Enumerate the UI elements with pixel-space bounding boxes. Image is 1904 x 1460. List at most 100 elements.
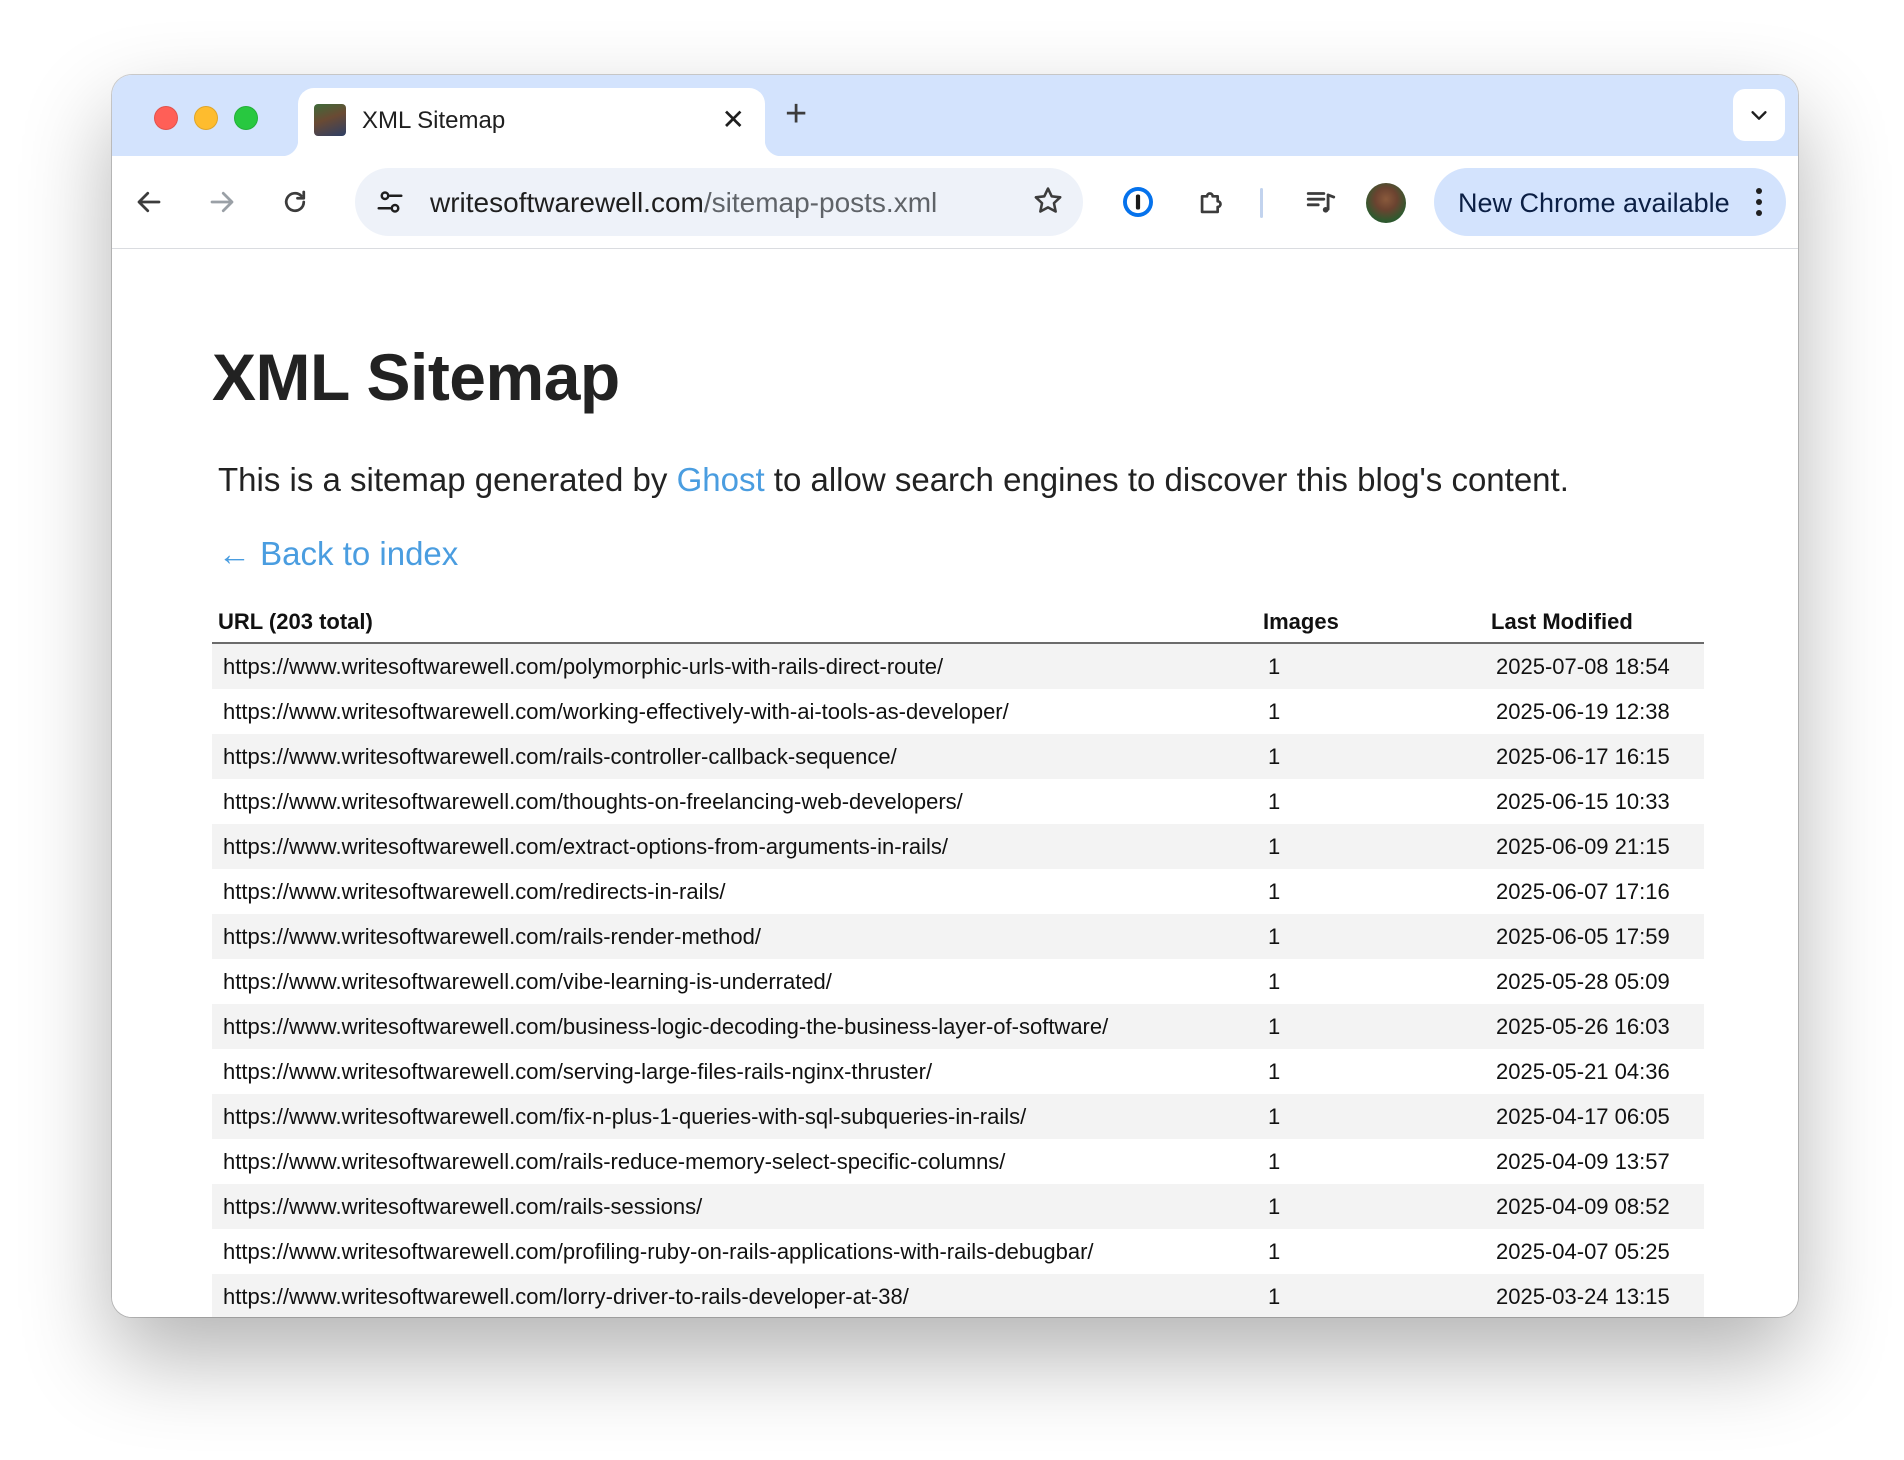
new-chrome-available-button[interactable]: New Chrome available <box>1434 168 1786 236</box>
favicon-icon <box>314 104 346 136</box>
row-images-count: 1 <box>1257 1184 1485 1229</box>
password-manager-extension-icon[interactable] <box>1114 178 1162 226</box>
row-url-link[interactable]: https://www.writesoftwarewell.com/vibe-l… <box>212 959 1257 1004</box>
tab-xml-sitemap[interactable]: XML Sitemap ✕ <box>282 88 781 156</box>
close-window-button[interactable] <box>154 106 178 130</box>
table-row: https://www.writesoftwarewell.com/busine… <box>212 1004 1704 1049</box>
row-url-link[interactable]: https://www.writesoftwarewell.com/busine… <box>212 1004 1257 1049</box>
row-url-link[interactable]: https://www.writesoftwarewell.com/rails-… <box>212 1184 1257 1229</box>
tab-strip: XML Sitemap ✕ + <box>112 75 1798 156</box>
fullscreen-window-button[interactable] <box>234 106 258 130</box>
row-last-modified: 2025-07-08 18:54 <box>1485 643 1704 689</box>
row-last-modified: 2025-06-15 10:33 <box>1496 788 1670 814</box>
table-row: https://www.writesoftwarewell.com/rails-… <box>212 914 1704 959</box>
site-info-icon[interactable] <box>373 185 407 219</box>
table-row: https://www.writesoftwarewell.com/extrac… <box>212 824 1704 869</box>
row-images-count: 1 <box>1268 878 1281 904</box>
forward-button[interactable] <box>198 178 246 226</box>
row-last-modified: 2025-04-17 06:05 <box>1485 1094 1704 1139</box>
row-images-count: 1 <box>1257 1274 1485 1317</box>
row-url-link[interactable]: https://www.writesoftwarewell.com/profil… <box>212 1229 1257 1274</box>
browser-toolbar: writesoftwarewell.com/sitemap-posts.xml <box>112 156 1798 249</box>
row-url-link[interactable]: https://www.writesoftwarewell.com/extrac… <box>212 824 1257 869</box>
tab-title: XML Sitemap <box>362 107 506 134</box>
row-images-count: 1 <box>1257 824 1485 869</box>
last-modified-column-header: Last Modified <box>1485 602 1704 644</box>
ghost-link[interactable]: Ghost <box>677 461 765 498</box>
bookmark-star-icon[interactable] <box>1031 184 1065 223</box>
tab-search-button[interactable] <box>1733 89 1785 141</box>
row-images-count: 1 <box>1257 1094 1485 1139</box>
reload-button[interactable] <box>271 178 319 226</box>
table-header-row: URL (203 total) Images Last Modified <box>212 602 1704 644</box>
page-title: XML Sitemap <box>212 340 620 414</box>
row-images-count: 1 <box>1268 1148 1281 1174</box>
row-images-count: 1 <box>1257 643 1485 689</box>
row-last-modified: 2025-05-28 05:09 <box>1496 968 1670 994</box>
toolbar-divider <box>1260 188 1263 218</box>
row-url-link[interactable]: https://www.writesoftwarewell.com/rails-… <box>212 1139 1257 1184</box>
browser-window: XML Sitemap ✕ + writesoftwarewell.com/si… <box>112 75 1798 1317</box>
table-row: https://www.writesoftwarewell.com/rails-… <box>212 1184 1704 1229</box>
row-last-modified: 2025-05-26 16:03 <box>1485 1004 1704 1049</box>
table-row: https://www.writesoftwarewell.com/vibe-l… <box>212 959 1704 1004</box>
table-row: https://www.writesoftwarewell.com/rails-… <box>212 734 1704 779</box>
arrow-right-icon <box>210 191 234 213</box>
row-url-link[interactable]: https://www.writesoftwarewell.com/polymo… <box>212 643 1257 689</box>
table-row: https://www.writesoftwarewell.com/though… <box>212 779 1704 824</box>
chevron-down-icon <box>1751 111 1767 120</box>
row-url-link[interactable]: https://www.writesoftwarewell.com/workin… <box>212 689 1257 734</box>
row-images-count: 1 <box>1268 698 1281 724</box>
more-options-icon[interactable] <box>1754 186 1764 223</box>
row-last-modified: 2025-06-05 17:59 <box>1485 914 1704 959</box>
row-url-link[interactable]: https://www.writesoftwarewell.com/rails-… <box>212 734 1257 779</box>
row-url-link[interactable]: https://www.writesoftwarewell.com/rails-… <box>212 914 1257 959</box>
row-images-count: 1 <box>1268 1238 1281 1264</box>
minimize-window-button[interactable] <box>194 106 218 130</box>
images-column-header: Images <box>1257 602 1485 644</box>
new-tab-button[interactable]: + <box>785 95 807 133</box>
row-last-modified: 2025-03-24 13:15 <box>1485 1274 1704 1317</box>
back-button[interactable] <box>125 178 173 226</box>
table-row: https://www.writesoftwarewell.com/lorry-… <box>212 1274 1704 1317</box>
sitemap-rows: https://www.writesoftwarewell.com/polymo… <box>212 643 1704 1317</box>
profile-avatar[interactable] <box>1366 183 1406 223</box>
table-row: https://www.writesoftwarewell.com/fix-n-… <box>212 1094 1704 1139</box>
tune-icon <box>377 191 403 213</box>
row-url-link[interactable]: https://www.writesoftwarewell.com/fix-n-… <box>212 1094 1257 1139</box>
row-last-modified: 2025-06-09 21:15 <box>1485 824 1704 869</box>
row-url-link[interactable]: https://www.writesoftwarewell.com/lorry-… <box>212 1274 1257 1317</box>
url-text[interactable]: writesoftwarewell.com/sitemap-posts.xml <box>430 187 937 219</box>
row-last-modified: 2025-04-09 13:57 <box>1496 1148 1670 1174</box>
url-path: /sitemap-posts.xml <box>703 187 938 218</box>
row-images-count: 1 <box>1257 914 1485 959</box>
row-url-link[interactable]: https://www.writesoftwarewell.com/servin… <box>212 1049 1257 1094</box>
table-row: https://www.writesoftwarewell.com/redire… <box>212 869 1704 914</box>
row-last-modified: 2025-06-19 12:38 <box>1496 698 1670 724</box>
row-images-count: 1 <box>1257 1004 1485 1049</box>
intro-after: to allow search engines to discover this… <box>764 461 1569 498</box>
table-row: https://www.writesoftwarewell.com/rails-… <box>212 1139 1704 1184</box>
reload-icon <box>284 190 306 213</box>
url-column-header: URL (203 total) <box>212 602 1257 644</box>
intro-text: This is a sitemap generated by Ghost to … <box>218 461 1569 499</box>
row-url-link[interactable]: https://www.writesoftwarewell.com/though… <box>212 779 1257 824</box>
sitemap-table: URL (203 total) Images Last Modified htt… <box>212 602 1704 1317</box>
row-images-count: 1 <box>1268 788 1281 814</box>
table-row: https://www.writesoftwarewell.com/profil… <box>212 1229 1704 1274</box>
table-row: https://www.writesoftwarewell.com/servin… <box>212 1049 1704 1094</box>
arrow-left-icon <box>137 191 161 213</box>
row-last-modified: 2025-04-09 08:52 <box>1485 1184 1704 1229</box>
row-url-link[interactable]: https://www.writesoftwarewell.com/redire… <box>212 869 1257 914</box>
row-last-modified: 2025-06-07 17:16 <box>1496 878 1670 904</box>
close-tab-icon[interactable]: ✕ <box>722 106 745 134</box>
back-to-index-link[interactable]: ← Back to index <box>218 535 458 572</box>
row-last-modified: 2025-04-07 05:25 <box>1496 1238 1670 1264</box>
media-controls-icon[interactable] <box>1297 178 1345 226</box>
intro-before: This is a sitemap generated by <box>218 461 677 498</box>
address-bar[interactable]: writesoftwarewell.com/sitemap-posts.xml <box>355 168 1083 236</box>
row-images-count: 1 <box>1268 968 1281 994</box>
extensions-puzzle-icon[interactable] <box>1188 178 1236 226</box>
url-domain: writesoftwarewell.com <box>430 187 704 218</box>
update-label: New Chrome available <box>1458 188 1730 218</box>
